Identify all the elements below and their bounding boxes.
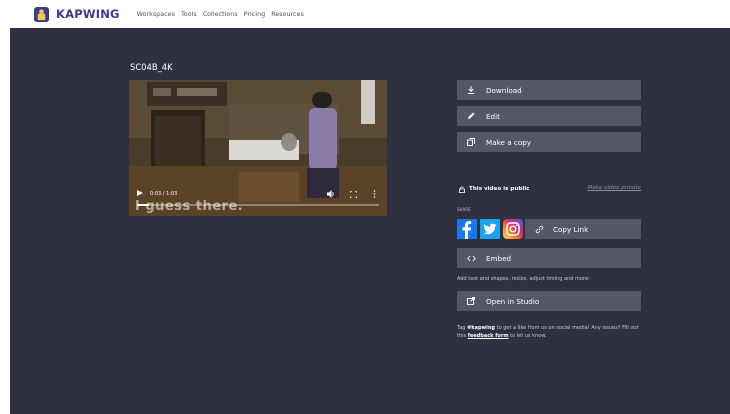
edit-label: Edit — [486, 111, 500, 121]
external-link-icon — [465, 297, 477, 305]
nav-tools[interactable]: Tools — [181, 10, 197, 18]
video-time: 0:03 / 1:03 — [150, 191, 178, 197]
public-status: This video is public — [469, 186, 530, 192]
feedback-form-link[interactable]: feedback form — [468, 333, 509, 339]
nav-workspaces[interactable]: Workspaces — [137, 10, 175, 18]
link-icon — [533, 225, 545, 234]
twitter-share-button[interactable] — [480, 219, 500, 239]
video-caption: I guess there. — [135, 199, 244, 214]
make-copy-button[interactable]: Make a copy — [457, 132, 641, 152]
nav-pricing[interactable]: Pricing — [244, 10, 266, 18]
studio-note: Add text and shapes, resize, adjust timi… — [457, 276, 590, 282]
embed-button[interactable]: Embed — [457, 248, 641, 268]
tag-note-end: to let us know. — [508, 333, 547, 339]
video-title: SC04B_4K — [130, 62, 173, 72]
edit-button[interactable]: Edit — [457, 106, 641, 126]
nav-collections[interactable]: Collections — [203, 10, 238, 18]
open-studio-label: Open in Studio — [486, 296, 540, 306]
kapwing-logo[interactable]: KAPWING — [34, 6, 120, 22]
play-icon[interactable] — [137, 190, 143, 196]
brand-name: KAPWING — [56, 7, 120, 21]
volume-icon[interactable] — [327, 190, 335, 198]
kapwing-logo-icon — [34, 6, 49, 22]
nav-links: Workspaces Tools Collections Pricing Res… — [137, 10, 310, 18]
embed-label: Embed — [486, 253, 512, 263]
copy-link-label: Copy Link — [553, 224, 589, 234]
pencil-icon — [465, 112, 477, 120]
share-label: SHARE — [457, 207, 471, 212]
make-private-link[interactable]: Make video private — [587, 185, 641, 191]
tag-note-before: Tag — [457, 325, 468, 331]
copy-link-button[interactable]: Copy Link — [525, 219, 641, 239]
copy-icon — [465, 138, 477, 146]
download-label: Download — [486, 85, 522, 95]
fullscreen-icon[interactable] — [350, 191, 357, 198]
main-content: SC04B_4K I guess there. 0:03 / 1:03 Down… — [10, 28, 730, 414]
visibility-row: This video is public Make video private — [457, 183, 641, 195]
video-progress-bar[interactable] — [137, 204, 379, 206]
more-options-icon[interactable] — [373, 190, 376, 198]
facebook-share-button[interactable] — [457, 219, 477, 239]
tag-handle: #kapwing — [467, 325, 496, 331]
instagram-share-button[interactable] — [503, 219, 523, 239]
code-icon — [465, 255, 477, 262]
video-progress-fill — [137, 204, 149, 206]
make-copy-label: Make a copy — [486, 137, 532, 147]
unlock-icon — [459, 186, 465, 193]
top-navbar: KAPWING Workspaces Tools Collections Pri… — [0, 0, 730, 28]
nav-resources[interactable]: Resources — [271, 10, 304, 18]
download-icon — [465, 86, 477, 94]
download-button[interactable]: Download — [457, 80, 641, 100]
video-player[interactable]: I guess there. 0:03 / 1:03 — [129, 80, 387, 216]
tag-note: Tag #kapwing to get a like from us on so… — [457, 324, 641, 340]
open-studio-button[interactable]: Open in Studio — [457, 291, 641, 311]
